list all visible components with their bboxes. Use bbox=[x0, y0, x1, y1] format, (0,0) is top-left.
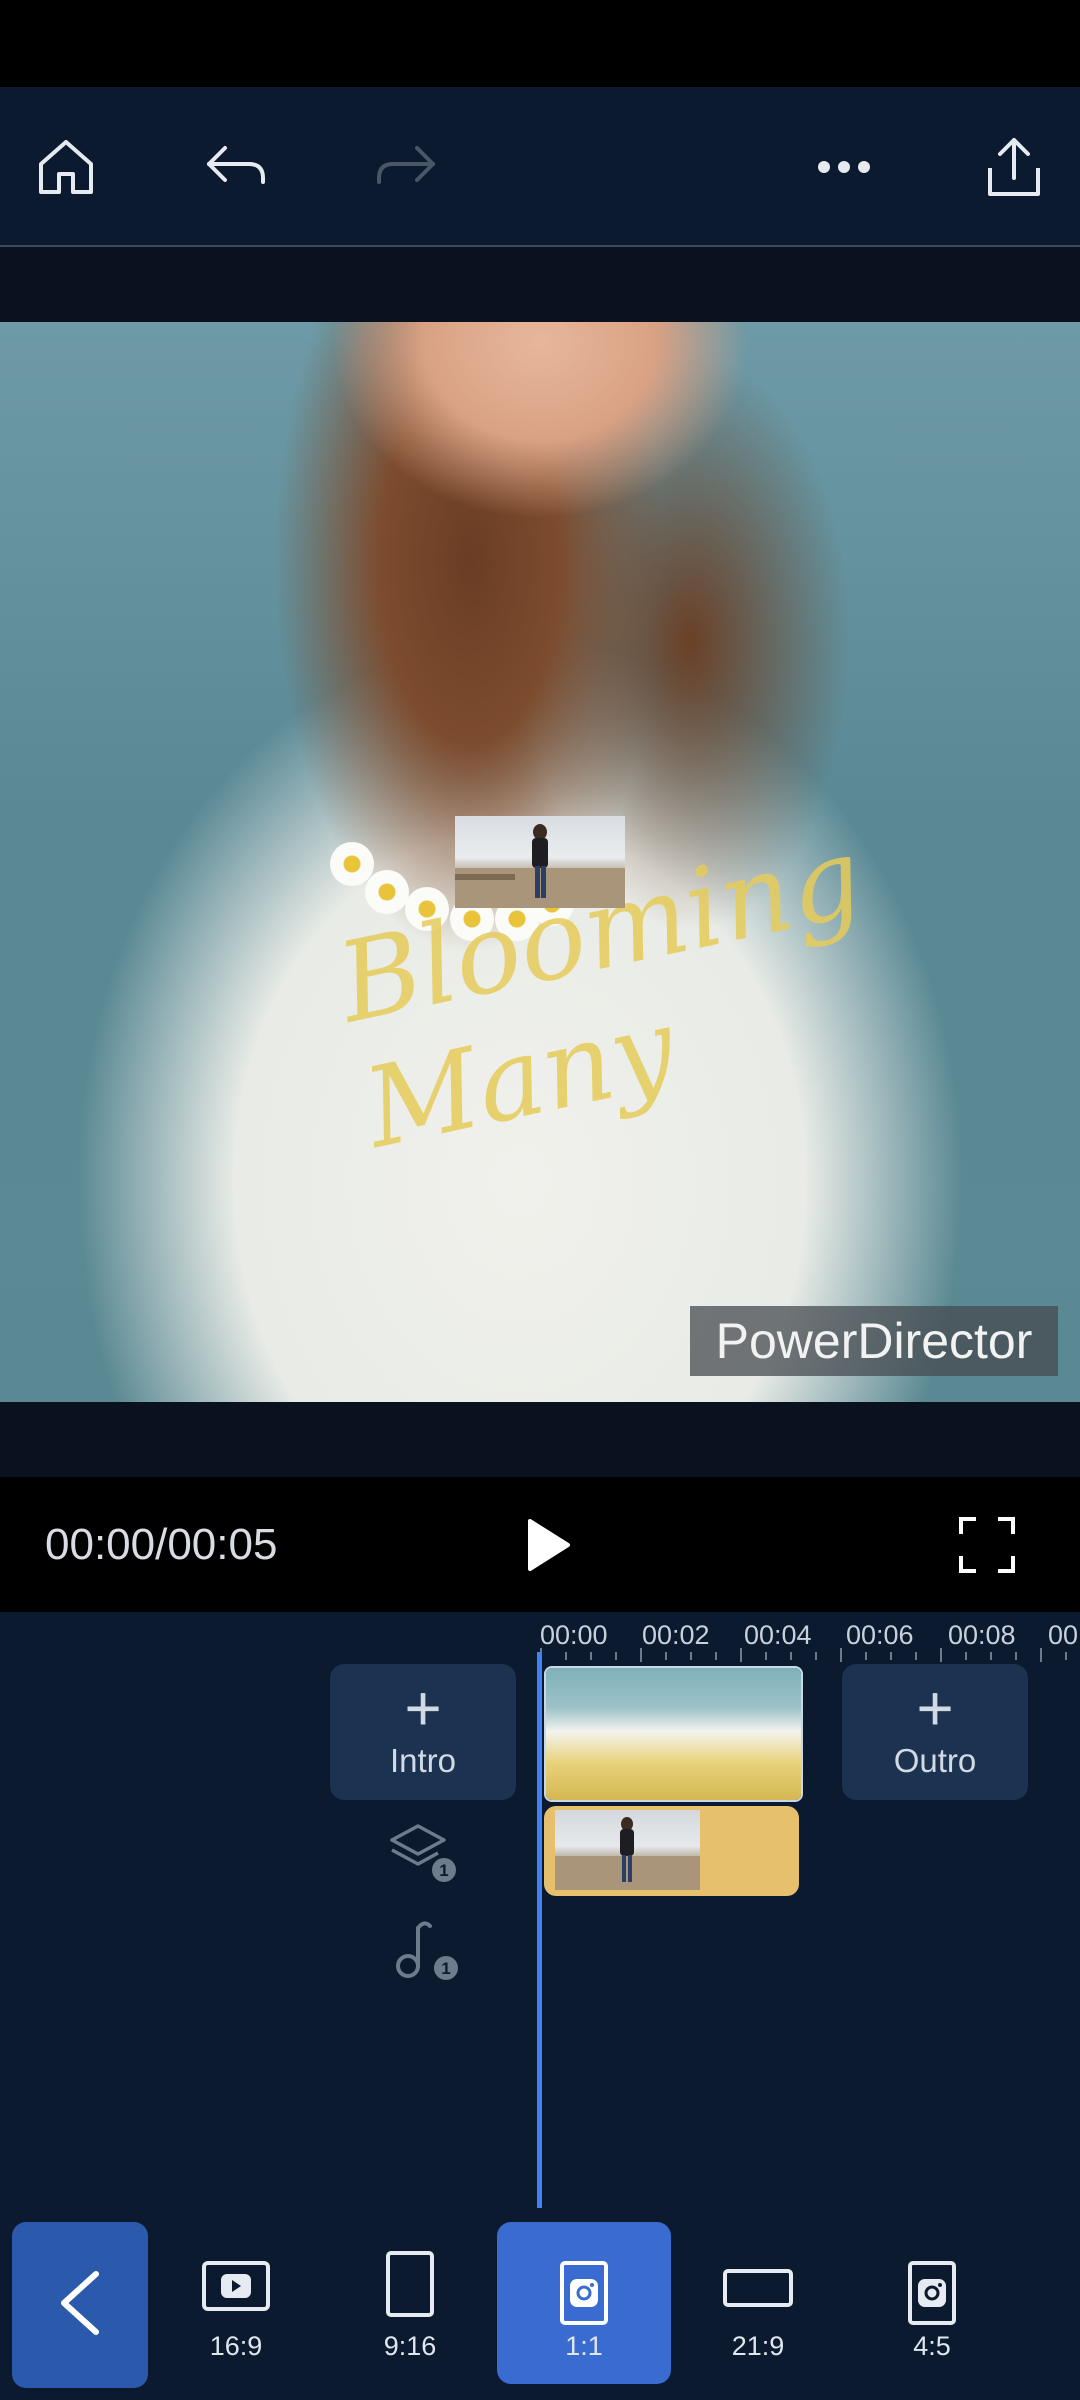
top-toolbar bbox=[0, 87, 1080, 247]
ruler-tick bbox=[615, 1652, 617, 1660]
plus-icon: + bbox=[916, 1672, 954, 1744]
chevron-left-icon bbox=[61, 2271, 99, 2335]
aspect-label: 1:1 bbox=[565, 2331, 603, 2361]
intro-label: Intro bbox=[389, 1742, 457, 1779]
outro-label: Outro bbox=[893, 1742, 977, 1779]
aspect-16-9-button[interactable]: 16:9 bbox=[176, 2222, 296, 2384]
ruler-label: 00:00 bbox=[540, 1620, 608, 1650]
ruler-tick bbox=[940, 1648, 942, 1662]
aspect-label: 21:9 bbox=[731, 2331, 785, 2361]
undo-icon[interactable] bbox=[196, 127, 276, 207]
ruler-tick bbox=[915, 1652, 917, 1660]
ruler-label: 00 bbox=[1048, 1620, 1079, 1650]
overlay-clip-thumbnail bbox=[555, 1810, 700, 1890]
aspect-21-9-button[interactable]: 21:9 bbox=[698, 2222, 818, 2384]
youtube-icon bbox=[202, 2261, 270, 2311]
widescreen-frame-icon bbox=[723, 2269, 793, 2307]
ruler-tick bbox=[715, 1652, 717, 1660]
ruler-tick bbox=[1040, 1648, 1042, 1662]
ruler-tick bbox=[865, 1652, 867, 1660]
more-icon[interactable] bbox=[804, 127, 884, 207]
music-icon[interactable]: 1 bbox=[390, 1916, 460, 1986]
layers-icon[interactable]: 1 bbox=[388, 1820, 458, 1884]
ruler-tick bbox=[590, 1652, 592, 1660]
share-icon[interactable] bbox=[974, 127, 1054, 207]
pip-overlay-clip[interactable] bbox=[455, 816, 625, 908]
fullscreen-icon[interactable] bbox=[958, 1516, 1016, 1574]
ruler-tick bbox=[565, 1652, 567, 1660]
portrait-frame-icon bbox=[386, 2251, 434, 2317]
preview-padding bbox=[0, 247, 1080, 322]
preview-padding bbox=[0, 1402, 1080, 1477]
plus-icon: + bbox=[404, 1672, 442, 1744]
music-count: 1 bbox=[441, 1959, 450, 1978]
ruler-tick bbox=[890, 1652, 892, 1660]
home-icon[interactable] bbox=[26, 127, 106, 207]
aspect-label: 4:5 bbox=[913, 2331, 951, 2361]
status-bar bbox=[0, 0, 1080, 87]
back-button[interactable] bbox=[12, 2222, 148, 2388]
watermark: PowerDirector bbox=[690, 1306, 1058, 1376]
aspect-1-1-button[interactable]: 1:1 bbox=[497, 2222, 671, 2384]
redo-icon[interactable] bbox=[366, 127, 446, 207]
aspect-label: 16:9 bbox=[209, 2331, 263, 2361]
ruler-tick bbox=[1065, 1652, 1067, 1660]
clip-thumbnail bbox=[622, 1668, 700, 1800]
ruler-tick bbox=[640, 1648, 642, 1662]
ruler-tick bbox=[990, 1652, 992, 1660]
ruler-tick bbox=[765, 1652, 767, 1660]
ruler-label: 00:06 bbox=[846, 1620, 914, 1650]
ruler-label: 00:08 bbox=[948, 1620, 1016, 1650]
ruler-tick bbox=[815, 1652, 817, 1660]
add-outro-button[interactable]: + Outro bbox=[842, 1664, 1028, 1800]
video-clip[interactable] bbox=[544, 1666, 803, 1802]
clip-thumbnail bbox=[546, 1668, 624, 1800]
ruler-tick bbox=[740, 1648, 742, 1662]
ruler-tick bbox=[965, 1652, 967, 1660]
aspect-9-16-button[interactable]: 9:16 bbox=[350, 2222, 470, 2384]
aspect-label: 9:16 bbox=[383, 2331, 437, 2361]
instagram-icon bbox=[908, 2261, 956, 2325]
instagram-icon bbox=[560, 2261, 608, 2325]
aspect-4-5-button[interactable]: 4:5 bbox=[872, 2222, 992, 2384]
ruler-tick bbox=[1015, 1652, 1017, 1660]
time-readout: 00:00/00:05 bbox=[45, 1520, 278, 1569]
clip-thumbnail bbox=[774, 1668, 801, 1800]
layers-count: 1 bbox=[439, 1861, 448, 1880]
play-icon[interactable] bbox=[516, 1515, 576, 1575]
ruler-tick bbox=[665, 1652, 667, 1660]
playhead[interactable] bbox=[537, 1652, 542, 2208]
ruler-tick bbox=[790, 1652, 792, 1660]
ruler-label: 00:04 bbox=[744, 1620, 812, 1650]
add-intro-button[interactable]: + Intro bbox=[330, 1664, 516, 1800]
ruler-tick bbox=[690, 1652, 692, 1660]
ruler-tick bbox=[840, 1648, 842, 1662]
ruler-label: 00:02 bbox=[642, 1620, 710, 1650]
clip-thumbnail bbox=[698, 1668, 776, 1800]
